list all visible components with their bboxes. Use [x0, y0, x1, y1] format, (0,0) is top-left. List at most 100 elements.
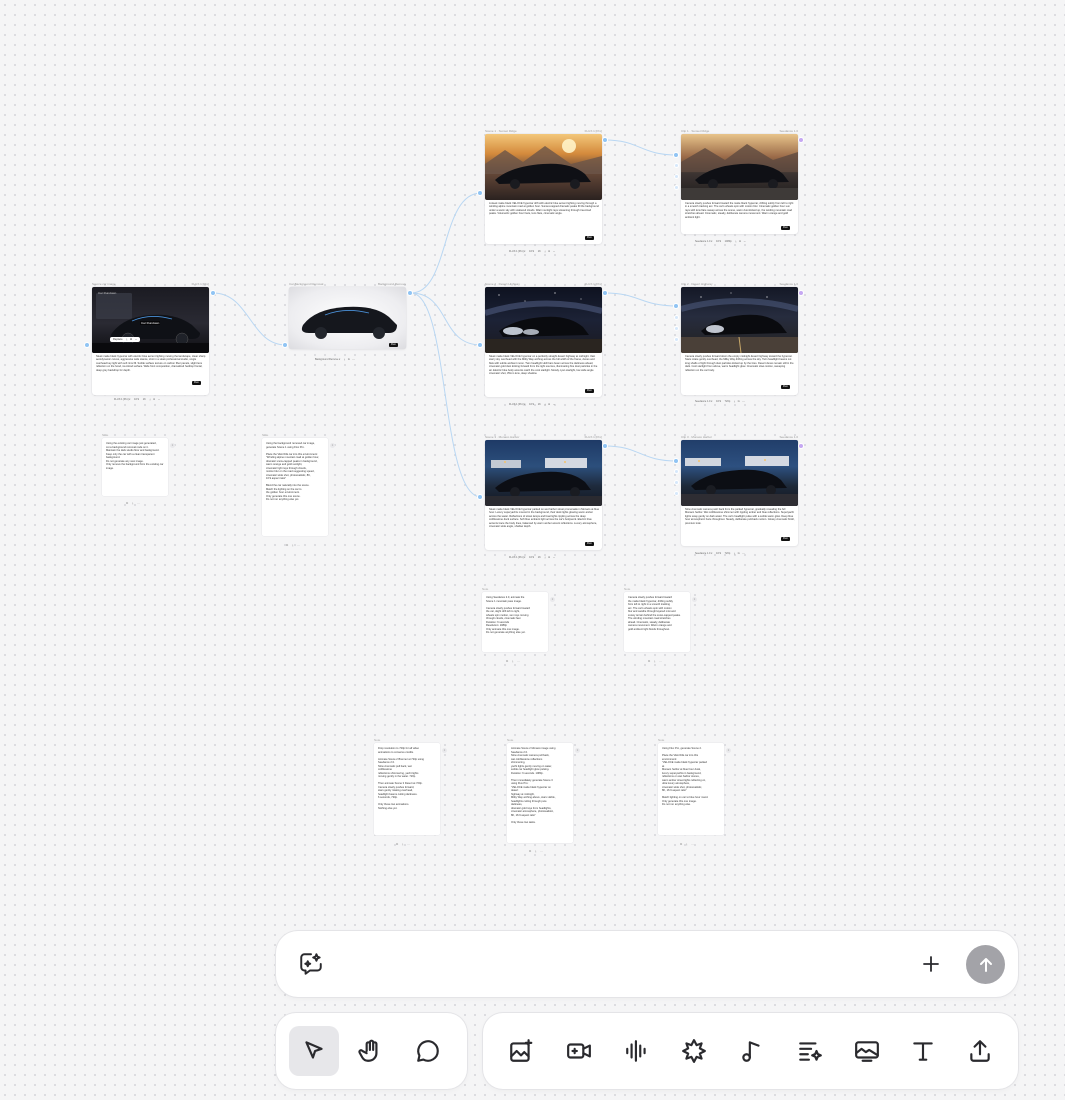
output-port[interactable] [210, 290, 216, 296]
node-settings-bar[interactable]: Seedance 1.0 ▾ 16:9 720p ⤓ ⧉ ⋯ [695, 552, 745, 555]
scene-image-node[interactable]: Scene 2 · Desert Highway FLUX.1 [Pro] Sl… [485, 282, 602, 406]
more-icon[interactable]: ⋯ [553, 403, 556, 406]
node-settings-bar[interactable]: Seedance 1.0 ▾ 16:9 720p ⤓ ⧉ ⋯ [695, 400, 745, 403]
close-icon[interactable]: × [442, 748, 447, 753]
video-preview[interactable] [681, 287, 798, 353]
video-clip-node[interactable]: Clip 1 · Sunset Ridge Seedance 1.0 Camer… [681, 129, 798, 243]
run-button[interactable]: Run [585, 389, 594, 393]
car-image-preview[interactable]: Car Rundown Car Rundown Replace ⤓ ⧉ ⋯ [92, 287, 209, 353]
node-settings-bar[interactable]: Background Remove ▾ ⤓ ⧉ ⋯ [315, 358, 355, 361]
note-actions[interactable]: ⧉ ⤓ ⋯ [126, 501, 142, 505]
pointer-tool[interactable] [289, 1026, 339, 1076]
prompt-text[interactable]: Camera slowly pushes forward down the em… [685, 355, 795, 391]
output-port[interactable] [602, 290, 608, 296]
more-icon[interactable]: ⋯ [553, 556, 556, 559]
input-port[interactable] [673, 458, 679, 464]
background-remove-node[interactable]: Car Background Removal Background Remove… [289, 282, 406, 361]
download-icon[interactable]: ⤓ [734, 552, 735, 555]
download-icon[interactable]: ⤓ [544, 556, 545, 559]
model-select[interactable]: FLUX.1 [Pro] [509, 556, 523, 559]
aspect-select[interactable]: 16:9 [134, 398, 139, 401]
replace-action-pill[interactable]: Replace ⤓ ⧉ ⋯ [110, 337, 141, 342]
node-settings-bar[interactable]: Seedance 1.0 ▾ 16:9 1080p ⤓ ⧉ ⋯ [695, 240, 746, 243]
enhance-tool[interactable] [669, 1026, 719, 1076]
download-icon[interactable]: ⤓ [149, 398, 150, 401]
run-button[interactable]: Run [781, 226, 790, 230]
aspect-select[interactable]: 16:9 [716, 400, 721, 403]
note-actions[interactable]: ⧉ ⤓ ⋯ [396, 842, 412, 846]
input-port[interactable] [674, 163, 679, 168]
note-actions[interactable]: ⧉ ⤓ ⋯ [680, 842, 696, 846]
note-text[interactable]: Using the background removed car image, … [266, 442, 326, 534]
model-select[interactable]: FLUX.1 [Pro] [509, 403, 523, 406]
aspect-select[interactable]: 16:9 [529, 403, 534, 406]
note-text[interactable]: Using the existing car image just genera… [106, 442, 166, 494]
car-cutout-preview[interactable] [289, 287, 406, 349]
note-actions[interactable]: ⧉ ⤓ ⋯ [286, 543, 302, 547]
prompt-text[interactable]: A sleek matte black VELOCE hypercar drif… [489, 202, 599, 242]
send-button[interactable] [966, 945, 1005, 984]
comment-tool[interactable] [403, 1026, 453, 1076]
scene-image-node[interactable]: Scene 1 · Sunset Ridge FLUX.1 [Pro] A sl… [485, 129, 602, 253]
model-select[interactable]: Seedance 1.0 [695, 552, 710, 555]
upload-tool[interactable] [955, 1026, 1005, 1076]
copy-icon[interactable]: ⧉ [130, 338, 132, 341]
copy-icon[interactable]: ⧉ [739, 240, 741, 243]
source-image-node[interactable]: Source car image FLUX.1 [Pro] Car Rundow… [92, 282, 209, 401]
download-icon[interactable]: ⤓ [126, 338, 127, 341]
more-icon[interactable]: ⋯ [135, 338, 138, 341]
output-port[interactable] [798, 290, 804, 296]
run-button[interactable]: Run [585, 236, 594, 240]
input-port[interactable] [673, 303, 679, 309]
sticky-note[interactable]: Note Using the existing car image just g… [102, 433, 168, 496]
note-actions[interactable]: ⧉ ⤓ ⋯ [529, 849, 545, 853]
close-icon[interactable]: × [330, 443, 335, 448]
aspect-select[interactable]: 16:9 [716, 552, 721, 555]
output-port[interactable] [798, 443, 804, 449]
prompt-text[interactable]: Sleek matte black hypercar with electric… [96, 355, 206, 385]
operation-select[interactable]: Background Remove [315, 358, 338, 361]
input-port[interactable] [674, 185, 679, 190]
note-actions[interactable]: ⧉ ⤓ ⋯ [648, 659, 664, 663]
close-icon[interactable]: × [170, 443, 175, 448]
run-button[interactable]: Run [389, 343, 398, 347]
image-edit-tool[interactable] [842, 1026, 892, 1076]
video-preview[interactable] [681, 134, 798, 200]
sticky-note[interactable]: Note Using Flux Pro, generate Scene 2. P… [658, 738, 724, 835]
more-icon[interactable]: ⋯ [553, 250, 556, 253]
image-generate-tool[interactable] [496, 1026, 546, 1076]
resolution-select[interactable]: 720p [725, 552, 731, 555]
model-select[interactable]: Seedance 1.0 [695, 240, 710, 243]
prompt-text[interactable]: Sleek matte black VELOCE hypercar on a p… [489, 355, 599, 395]
run-button[interactable]: Run [781, 385, 790, 389]
output-port[interactable] [602, 137, 608, 143]
model-select[interactable]: Seedance 1.0 [695, 400, 710, 403]
input-port[interactable] [673, 152, 679, 158]
plus-icon[interactable] [917, 950, 945, 978]
sticky-note[interactable]: Note Using Seedance 2.0, animate the Sce… [482, 587, 548, 652]
input-port[interactable] [282, 342, 288, 348]
note-text[interactable]: Using Seedance 2.0, animate the Scene 1 … [486, 596, 546, 650]
more-icon[interactable]: ⋯ [352, 358, 355, 361]
scene-image-preview[interactable] [485, 440, 602, 506]
resolution-select[interactable]: 1K [538, 556, 541, 559]
input-port[interactable] [674, 480, 679, 485]
close-icon[interactable]: × [692, 597, 697, 602]
chat-sparkle-icon[interactable] [296, 950, 326, 978]
prompt-text[interactable]: Sleek matte black VELOCE hypercar parked… [489, 508, 599, 548]
close-icon[interactable]: × [575, 748, 580, 753]
copy-icon[interactable]: ⧉ [153, 398, 155, 401]
input-port[interactable] [674, 491, 679, 496]
output-port[interactable] [407, 290, 413, 296]
sticky-note[interactable]: Note Drop resolution to 720p for all vid… [374, 738, 440, 835]
model-select[interactable]: FLUX.1 [Pro] [114, 398, 128, 401]
more-icon[interactable]: ⋯ [742, 552, 745, 555]
text-tool[interactable] [898, 1026, 948, 1076]
sticky-note[interactable]: Note Using the background removed car im… [262, 433, 328, 536]
note-text[interactable]: Animate Scene 2 Monaco image using Seeda… [511, 747, 571, 841]
output-port[interactable] [798, 137, 804, 143]
resolution-select[interactable]: 1K [538, 403, 541, 406]
note-text[interactable]: Using Flux Pro, generate Scene 2. Place … [662, 747, 722, 833]
resolution-select[interactable]: 1K [538, 250, 541, 253]
input-port[interactable] [477, 342, 483, 348]
